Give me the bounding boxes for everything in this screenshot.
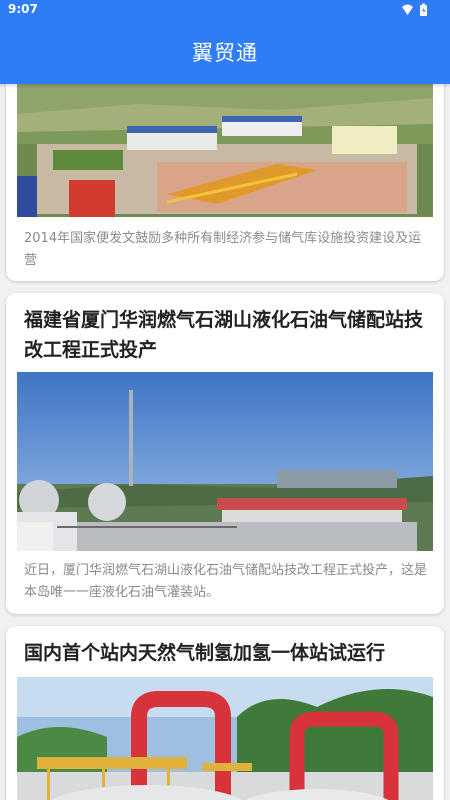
- news-image-gas-storage: [17, 84, 433, 217]
- news-card[interactable]: 福建省厦门华润燃气石湖山液化石油气储配站技改工程正式投产 近日，厦门华润燃气石湖…: [6, 293, 444, 614]
- news-feed[interactable]: 2014年国家便发文鼓励多种所有制经济参与储气库设施投资建设及运营 福建省厦门华…: [0, 84, 450, 800]
- news-card[interactable]: 2014年国家便发文鼓励多种所有制经济参与储气库设施投资建设及运营: [6, 84, 444, 281]
- news-card[interactable]: 国内首个站内天然气制氢加氢一体站试运行: [6, 626, 444, 800]
- news-title: 国内首个站内天然气制氢加氢一体站试运行: [24, 642, 386, 664]
- status-bar: 9:07: [0, 0, 450, 20]
- status-time: 9:07: [8, 2, 38, 16]
- news-image-lpg-station: [17, 372, 433, 551]
- news-title: 福建省厦门华润燃气石湖山液化石油气储配站技改工程正式投产: [24, 309, 424, 361]
- app-title: 翼贸通: [192, 41, 258, 65]
- app-bar: 翼贸通: [0, 20, 450, 84]
- battery-icon: [420, 3, 427, 16]
- news-summary: 2014年国家便发文鼓励多种所有制经济参与储气库设施投资建设及运营: [24, 231, 422, 268]
- news-image-hydrogen-station: [17, 677, 433, 800]
- news-summary: 近日，厦门华润燃气石湖山液化石油气储配站技改工程正式投产，这是本岛唯一一座液化石…: [24, 563, 428, 600]
- status-icons: [402, 3, 427, 16]
- wifi-icon: [402, 4, 413, 15]
